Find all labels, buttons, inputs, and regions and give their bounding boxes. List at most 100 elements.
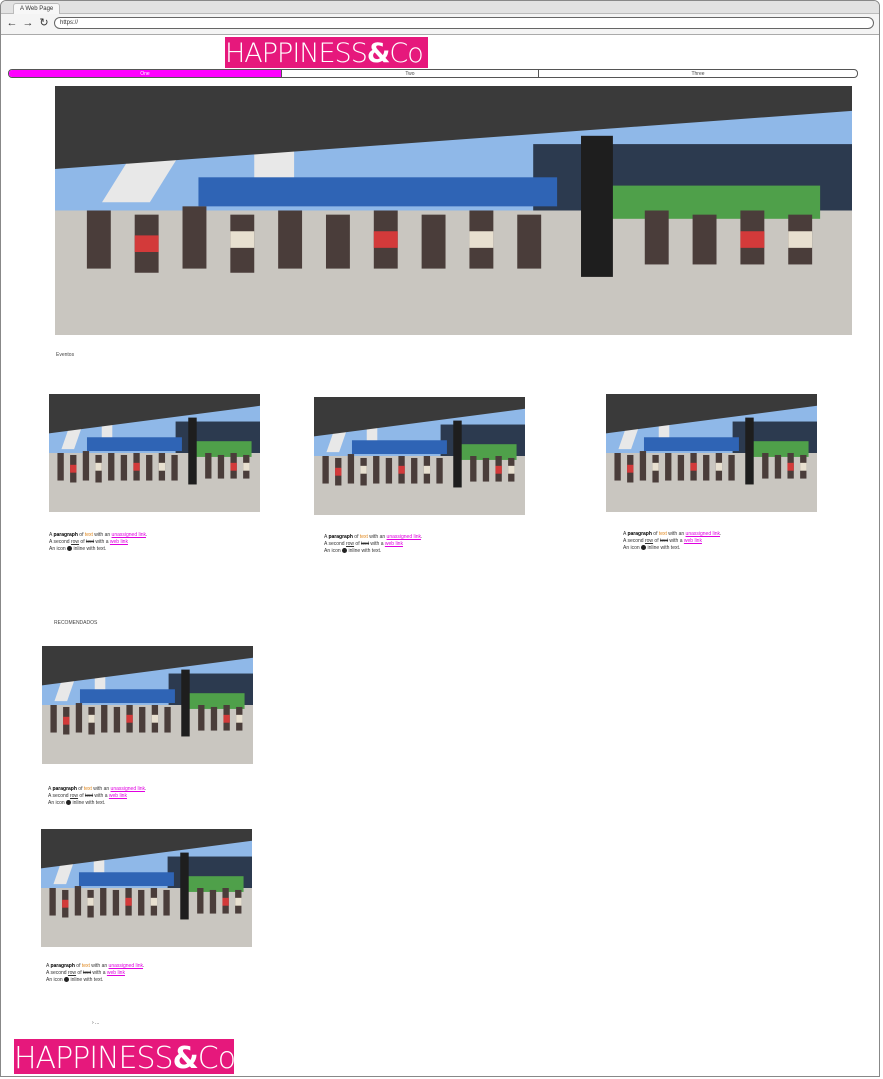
browser-tab[interactable]: A Web Page — [13, 3, 61, 14]
text-fragment: with a — [94, 539, 110, 545]
text-fragment: of — [77, 532, 85, 538]
recommended-card-image[interactable] — [42, 646, 253, 764]
text-fragment: of — [651, 531, 659, 537]
strikethrough-text: text — [82, 970, 92, 976]
text-fragment: with an — [367, 534, 387, 540]
unassigned-link[interactable]: unassigned link — [387, 534, 421, 540]
arrow-left-icon[interactable]: ← — [6, 17, 18, 29]
colored-text: text — [83, 786, 92, 792]
text-fragment: of — [74, 963, 82, 969]
text-fragment: An icon — [46, 977, 65, 983]
text-fragment: A second — [623, 538, 645, 544]
section-title-eventos: Eventos — [56, 352, 75, 358]
unassigned-link[interactable]: unassigned link — [686, 531, 720, 537]
text-fragment: of — [76, 786, 84, 792]
card-line-3: An icon inline with text. — [623, 545, 823, 552]
logo-word: HAPPINESS — [14, 1041, 174, 1074]
web-link[interactable]: web link — [684, 538, 702, 544]
underlined-text: row — [644, 538, 654, 544]
underlined-text: row — [345, 541, 355, 547]
text-fragment: with an — [666, 531, 686, 537]
colored-text: text — [84, 532, 93, 538]
web-link[interactable]: web link — [109, 793, 127, 799]
address-bar[interactable]: https:// — [54, 17, 874, 29]
nav-tab-one[interactable]: One — [9, 70, 282, 77]
logo-amp: & — [366, 38, 391, 68]
colored-text: text — [658, 531, 667, 537]
arrow-right-icon[interactable]: → — [22, 17, 34, 29]
logo-amp: & — [172, 1041, 199, 1074]
card-line-1: A paragraph of text with an unassigned l… — [46, 963, 246, 970]
text-fragment: of — [352, 534, 360, 540]
web-link[interactable]: web link — [110, 539, 128, 545]
colored-text: text — [81, 963, 90, 969]
event-card-text: A paragraph of text with an unassigned l… — [324, 534, 524, 555]
text-fragment: with a — [668, 538, 684, 544]
text-fragment: An icon — [49, 546, 68, 552]
strikethrough-text: text — [360, 541, 370, 547]
text-fragment: A second — [49, 539, 71, 545]
recommended-card-image[interactable] — [41, 829, 252, 947]
underlined-text: row — [70, 539, 80, 545]
logo-suffix: Co — [389, 38, 423, 68]
card-line-3: An icon inline with text. — [48, 800, 248, 807]
card-line-1: A paragraph of text with an unassigned l… — [49, 532, 249, 539]
card-line-3: An icon inline with text. — [46, 977, 246, 984]
card-line-2: A second row of text with a web link — [48, 793, 248, 800]
footer-logo[interactable]: HAPPINESS&Co — [14, 1039, 234, 1074]
logo-suffix: Co — [197, 1041, 234, 1074]
nav-tab-two[interactable]: Two — [282, 70, 539, 77]
bold-text: paragraph — [53, 532, 78, 538]
text-fragment: A second — [48, 793, 70, 799]
bold-text: paragraph — [52, 786, 77, 792]
text-fragment: inline with text. — [347, 548, 382, 554]
browser-window: A Web Page ← → ↻ https:// HAPPINESS&Co O… — [0, 0, 880, 1077]
web-link[interactable]: web link — [385, 541, 403, 547]
text-fragment: with an — [92, 532, 112, 538]
card-line-1: A paragraph of text with an unassigned l… — [623, 531, 823, 538]
more-link[interactable]: › ... — [92, 1020, 99, 1026]
text-fragment: with an — [91, 786, 111, 792]
web-link[interactable]: web link — [107, 970, 125, 976]
event-card-image[interactable] — [49, 394, 260, 512]
text-fragment: with a — [369, 541, 385, 547]
text-fragment: with a — [93, 793, 109, 799]
unassigned-link[interactable]: unassigned link — [109, 963, 143, 969]
colored-text: text — [359, 534, 368, 540]
strikethrough-text: text — [84, 793, 94, 799]
section-title-recomendados: RECOMENDADOS — [54, 620, 98, 626]
event-card-image[interactable] — [606, 394, 817, 512]
text-fragment: inline with text. — [69, 977, 104, 983]
text-fragment: . — [143, 963, 145, 969]
bold-text: paragraph — [50, 963, 75, 969]
underlined-text: row — [69, 793, 79, 799]
brand-logo[interactable]: HAPPINESS&Co — [225, 37, 428, 68]
reload-icon[interactable]: ↻ — [38, 17, 50, 29]
strikethrough-text: text — [659, 538, 669, 544]
nav-tab-three[interactable]: Three — [539, 70, 857, 77]
unassigned-link[interactable]: unassigned link — [111, 786, 145, 792]
unassigned-link[interactable]: unassigned link — [112, 532, 146, 538]
text-fragment: A second — [324, 541, 346, 547]
hero-image — [55, 86, 852, 335]
strikethrough-text: text — [85, 539, 95, 545]
text-fragment: A second — [46, 970, 68, 976]
text-fragment: of — [79, 539, 86, 545]
text-fragment: . — [145, 786, 147, 792]
text-fragment: of — [76, 970, 83, 976]
event-card-image[interactable] — [314, 397, 525, 515]
recommended-card-text: A paragraph of text with an unassigned l… — [46, 963, 246, 984]
bold-text: paragraph — [627, 531, 652, 537]
text-fragment: . — [720, 531, 722, 537]
text-fragment: with an — [89, 963, 109, 969]
text-fragment: An icon — [48, 800, 67, 806]
card-line-2: A second row of text with a web link — [324, 541, 524, 548]
text-fragment: inline with text. — [72, 546, 107, 552]
text-fragment: An icon — [324, 548, 343, 554]
card-line-3: An icon inline with text. — [49, 546, 249, 553]
text-fragment: of — [78, 793, 85, 799]
card-line-2: A second row of text with a web link — [46, 970, 246, 977]
tab-bar: A Web Page — [1, 1, 879, 14]
text-fragment: with a — [91, 970, 107, 976]
card-line-2: A second row of text with a web link — [623, 538, 823, 545]
